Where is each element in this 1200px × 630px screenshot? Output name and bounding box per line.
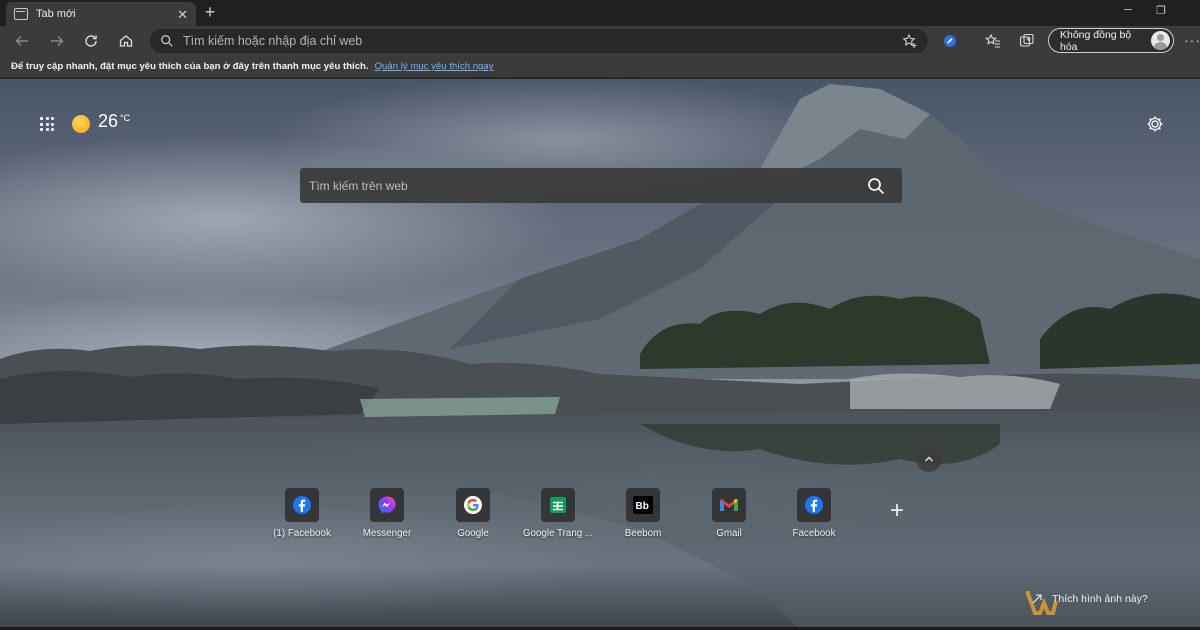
weather-temperature: 26	[98, 111, 119, 131]
quick-link-label: Facebook	[792, 528, 836, 539]
image-feedback[interactable]: Thích hình ảnh này?	[1032, 593, 1148, 605]
quick-link-facebook-2[interactable]: Facebook	[771, 488, 857, 548]
quick-link-label: Google Trang ...	[522, 528, 594, 539]
quick-link-label: Google	[457, 528, 489, 539]
quick-link-facebook-1[interactable]: (1) Facebook	[259, 488, 345, 548]
avatar	[1151, 31, 1170, 50]
quick-link-label: Beebom	[624, 528, 662, 539]
favorites-icon[interactable]	[985, 33, 1001, 49]
profile-sync-button[interactable]: Không đồng bộ hóa	[1048, 28, 1174, 53]
new-tab-page: 26 °C Tìm kiếm trên web (1) Facebook Mes…	[0, 79, 1200, 630]
svg-text:Bb: Bb	[636, 501, 649, 512]
home-icon	[119, 35, 133, 47]
quick-link-google[interactable]: Google	[430, 488, 516, 548]
beebom-icon: Bb	[633, 496, 653, 514]
chevron-up-icon	[925, 456, 933, 462]
quick-link-gmail[interactable]: Gmail	[686, 488, 772, 548]
weather-unit: °C	[120, 113, 131, 123]
add-favorite-icon[interactable]	[902, 33, 918, 49]
address-input[interactable]: Tìm kiếm hoặc nhập địa chỉ web	[183, 34, 902, 48]
facebook-icon	[805, 496, 823, 514]
sun-icon	[72, 115, 90, 133]
restore-button[interactable]: ❐	[1153, 4, 1169, 17]
more-menu-icon[interactable]: ···	[1184, 32, 1200, 48]
search-icon	[161, 35, 173, 47]
refresh-button[interactable]	[80, 30, 102, 52]
quick-link-label: Messenger	[362, 528, 412, 539]
home-button[interactable]	[115, 30, 137, 52]
forward-button[interactable]	[46, 30, 68, 52]
quick-link-google-sheets[interactable]: Google Trang ...	[515, 488, 601, 548]
tab-favicon-icon	[14, 8, 28, 20]
address-bar[interactable]: Tìm kiếm hoặc nhập địa chỉ web	[150, 29, 928, 53]
quick-link-beebom[interactable]: Bb Beebom	[600, 488, 686, 548]
new-tab-button[interactable]: +	[201, 3, 219, 21]
extension-icon[interactable]	[942, 33, 958, 49]
refresh-icon	[85, 35, 97, 47]
web-search-box[interactable]: Tìm kiếm trên web	[300, 168, 902, 203]
quick-link-messenger[interactable]: Messenger	[344, 488, 430, 548]
collections-icon[interactable]	[1019, 33, 1035, 49]
expand-icon	[1032, 594, 1042, 604]
apps-launcher-icon[interactable]	[40, 117, 54, 131]
minimize-button[interactable]: ─	[1120, 4, 1136, 16]
quick-link-label: Gmail	[716, 528, 742, 539]
collapse-button[interactable]	[916, 446, 942, 472]
weather-widget[interactable]: 26 °C	[72, 111, 130, 133]
add-quick-link-button[interactable]: +	[890, 499, 904, 523]
search-icon[interactable]	[867, 177, 885, 195]
back-button[interactable]	[11, 30, 33, 52]
favorites-bar: Để truy cập nhanh, đặt mục yêu thích của…	[0, 56, 1200, 78]
toolbar: Tìm kiếm hoặc nhập địa chỉ web Không đồn…	[0, 26, 1200, 56]
quick-links: (1) Facebook Messenger Google Google Tra…	[259, 488, 899, 548]
facebook-icon	[293, 496, 311, 514]
tab-close-icon[interactable]: ✕	[177, 8, 188, 21]
gmail-icon	[720, 499, 738, 511]
tab-new-tab[interactable]: Tab mới ✕	[6, 2, 196, 26]
title-bar: Tab mới ✕ + ─ ❐	[0, 0, 1200, 26]
google-sheets-icon	[550, 497, 566, 513]
manage-favorites-link[interactable]: Quản lý mục yêu thích ngay	[375, 61, 494, 72]
tab-title: Tab mới	[36, 8, 76, 20]
arrow-left-icon	[15, 36, 28, 46]
messenger-icon	[378, 496, 396, 514]
image-feedback-label: Thích hình ảnh này?	[1052, 593, 1148, 605]
gear-icon[interactable]	[1146, 115, 1164, 133]
quick-link-label: (1) Facebook	[273, 528, 331, 539]
favorites-bar-message: Để truy cập nhanh, đặt mục yêu thích của…	[11, 61, 369, 72]
web-search-input[interactable]: Tìm kiếm trên web	[309, 179, 867, 193]
arrow-right-icon	[51, 36, 64, 46]
google-icon	[464, 496, 482, 514]
sync-label: Không đồng bộ hóa	[1060, 28, 1132, 53]
